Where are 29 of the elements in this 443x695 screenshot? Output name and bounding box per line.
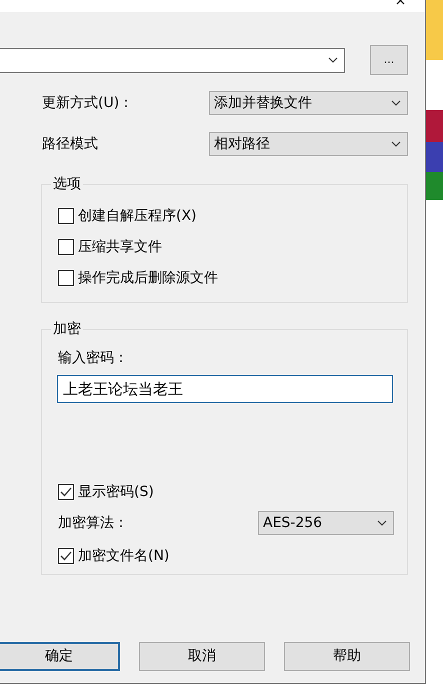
field-label: 路径模式 <box>42 134 98 154</box>
checkbox[interactable] <box>58 208 74 224</box>
path-dropdown[interactable] <box>0 48 345 72</box>
checkbox-label: 操作完成后删除源文件 <box>78 268 218 288</box>
checkbox-label: 创建自解压程序(X) <box>78 206 197 226</box>
checkbox-label: 压缩共享文件 <box>78 238 162 256</box>
dialog-button[interactable]: 取消 <box>139 642 265 671</box>
caret-icon <box>328 57 338 63</box>
caret-icon <box>391 100 401 106</box>
checkbox-label: 显示密码(S) <box>78 482 154 502</box>
caret-icon <box>391 141 401 147</box>
caret-icon <box>377 520 387 526</box>
checkbox[interactable] <box>58 270 74 286</box>
field-label: 加密算法： <box>58 514 128 532</box>
group-title: 选项 <box>51 175 83 193</box>
dropdown[interactable]: 添加并替换文件 <box>209 91 408 115</box>
dialog-button[interactable]: 确定 <box>0 642 120 671</box>
checkbox[interactable] <box>58 548 74 564</box>
password-field[interactable]: 上老王论坛当老王 <box>57 375 393 403</box>
field-label: 输入密码： <box>58 349 128 368</box>
field-label: 更新方式(U)： <box>42 94 134 112</box>
checkbox[interactable] <box>58 239 74 255</box>
dropdown[interactable]: AES-256 <box>258 511 394 535</box>
dropdown[interactable]: 相对路径 <box>209 132 408 156</box>
checkbox-label: 加密文件名(N) <box>78 546 170 566</box>
checkbox[interactable] <box>58 484 74 500</box>
dialog-button[interactable]: 帮助 <box>284 642 410 671</box>
browse-button[interactable]: ... <box>370 45 408 75</box>
group-title: 加密 <box>51 320 83 338</box>
